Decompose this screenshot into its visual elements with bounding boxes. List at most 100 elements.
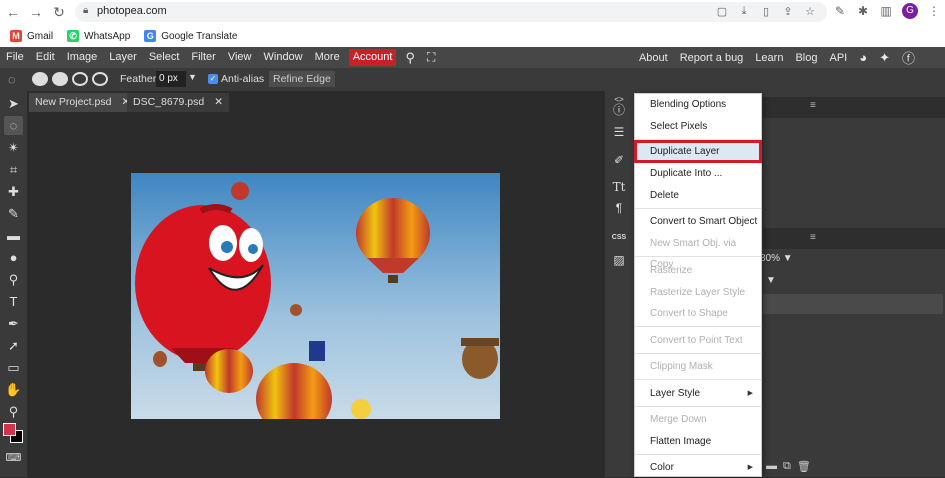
properties-icon[interactable]: ☰ (610, 123, 628, 141)
menu-item-duplicate-into[interactable]: Duplicate Into ... (635, 163, 761, 184)
submenu-arrow-icon: ▶ (747, 464, 753, 471)
menu-item-flatten-image[interactable]: Flatten Image (635, 431, 761, 452)
install-icon[interactable]: ⤓ (737, 5, 751, 18)
reddit-icon[interactable]: ◕ (859, 50, 867, 65)
panel-menu-icon[interactable]: ≡ (810, 232, 816, 243)
tab-dsc-8679[interactable]: DSC_8679.psd ✕ (127, 93, 230, 112)
menu-item-rasterize-layer-style: Rasterize Layer Style (650, 287, 746, 298)
antialias-checkbox[interactable]: ✓ (208, 74, 218, 84)
app-menubar: File Edit Image Layer Select Filter View… (0, 47, 945, 68)
lasso-tool-icon[interactable]: ◌ (4, 116, 23, 135)
menu-item-convert-smart-object[interactable]: Convert to Smart Object (635, 211, 761, 232)
chevron-down-icon[interactable]: ▼ (188, 72, 197, 82)
twitter-icon[interactable]: ✦ (879, 50, 890, 66)
back-icon[interactable]: ← (4, 3, 22, 21)
url-text[interactable]: photopea.com (97, 5, 167, 17)
brush-settings-icon[interactable]: ✐ (610, 151, 628, 169)
pen-icon[interactable]: ✒ (4, 314, 23, 333)
healing-icon[interactable]: ✚ (4, 182, 23, 201)
share-icon[interactable]: ⇪ (781, 5, 795, 18)
menu-layer[interactable]: Layer (103, 47, 143, 68)
brush-icon[interactable]: ✎ (4, 204, 23, 223)
menu-window[interactable]: Window (258, 47, 309, 68)
menu-edit[interactable]: Edit (30, 47, 61, 68)
panel-icon-strip: <> ⓘ ☰ ✐ Tt ¶ CSS ▨ (605, 91, 633, 477)
menu-item-clipping-mask: Clipping Mask (650, 361, 713, 372)
bookmark-star-icon[interactable]: ☆ (803, 5, 817, 18)
shape-icon[interactable]: ▭ (4, 358, 23, 377)
intersect-selection-icon[interactable] (92, 72, 108, 86)
layer-row[interactable] (763, 294, 943, 314)
menu-filter[interactable]: Filter (185, 47, 221, 68)
facebook-icon[interactable]: ⓕ (902, 48, 915, 67)
panel-menu-icon[interactable]: ≡ (810, 100, 816, 111)
character-icon[interactable]: Tt (610, 178, 628, 196)
move-tool-icon[interactable]: ➤ (4, 94, 23, 113)
canvas-image[interactable] (131, 173, 500, 419)
gradient-icon[interactable]: ▬ (4, 226, 23, 245)
info-icon[interactable]: ⓘ (610, 101, 628, 119)
link-about[interactable]: About (639, 52, 668, 64)
new-selection-icon[interactable] (32, 72, 48, 86)
type-icon[interactable]: T (4, 292, 23, 311)
menu-select[interactable]: Select (143, 47, 186, 68)
link-blog[interactable]: Blog (795, 52, 817, 64)
subtract-selection-icon[interactable] (72, 72, 88, 86)
trash-icon[interactable]: 🗑︎ (797, 460, 811, 473)
main-menu: File Edit Image Layer Select Filter View… (0, 47, 441, 68)
menu-item-duplicate-layer[interactable]: Duplicate Layer (634, 140, 762, 163)
extensions-puzzle-icon[interactable]: ✱ (856, 4, 870, 18)
menu-more[interactable]: More (309, 47, 346, 68)
forward-icon[interactable]: → (27, 3, 45, 21)
lasso-tool-icon[interactable]: ◌ (8, 72, 16, 87)
refine-edge-button[interactable]: Refine Edge (269, 71, 335, 87)
account-button[interactable]: Account (348, 49, 397, 66)
feather-input[interactable]: 0 px (156, 71, 186, 87)
browser-menu-icon[interactable]: ⋮ (927, 4, 941, 18)
dodge-icon[interactable]: ⚲ (4, 270, 23, 289)
reload-icon[interactable]: ↻ (50, 3, 68, 21)
menu-item-blending-options[interactable]: Blending Options (635, 94, 761, 115)
tab-new-project[interactable]: New Project.psd ✕ (29, 93, 137, 112)
profile-avatar[interactable]: G (902, 3, 918, 19)
document-icon[interactable]: ▯ (759, 5, 773, 18)
image-icon[interactable]: ▨ (610, 251, 628, 269)
search-icon[interactable]: ⚲ (399, 47, 421, 68)
address-bar[interactable]: 🔒︎ photopea.com ▢ ⤓ ▯ ⇪ ☆ (75, 2, 827, 22)
folder-icon[interactable]: ▬ (766, 460, 777, 473)
chevron-down-icon[interactable]: ▼ (766, 275, 776, 286)
side-panel-icon[interactable]: ▥ (879, 4, 893, 18)
menu-view[interactable]: View (222, 47, 258, 68)
quick-mask-icon[interactable]: ⌨ (4, 449, 23, 468)
menu-item-delete[interactable]: Delete (635, 185, 761, 206)
page-action-icon[interactable]: ▢ (715, 5, 729, 18)
close-icon[interactable]: ✕ (214, 93, 223, 112)
lock-icon[interactable]: 🔒︎ (83, 5, 88, 16)
menu-file[interactable]: File (0, 47, 30, 68)
bookmark-gmail[interactable]: M Gmail (10, 30, 53, 42)
magic-wand-icon[interactable]: ✴ (4, 138, 23, 157)
menu-item-select-pixels[interactable]: Select Pixels (635, 116, 761, 137)
foreground-color-swatch[interactable] (3, 423, 16, 436)
menu-item-color[interactable]: Color ▶ (635, 457, 761, 478)
fullscreen-icon[interactable]: ⛶ (421, 47, 441, 68)
bookmark-whatsapp[interactable]: ✆ WhatsApp (67, 30, 130, 42)
eyedropper-extension-icon[interactable]: ✎ (833, 4, 847, 18)
new-layer-icon[interactable]: ⧉ (783, 460, 791, 473)
zoom-icon[interactable]: ⚲ (4, 402, 23, 421)
path-select-icon[interactable]: ➚ (4, 336, 23, 355)
link-learn[interactable]: Learn (755, 52, 783, 64)
link-report-bug[interactable]: Report a bug (680, 52, 744, 64)
add-selection-icon[interactable] (52, 72, 68, 86)
opacity-field[interactable]: 80% ▼ (760, 253, 793, 264)
link-api[interactable]: API (829, 52, 847, 64)
bookmark-google-translate[interactable]: G Google Translate (144, 30, 237, 42)
hand-icon[interactable]: ✋ (4, 380, 23, 399)
menu-separator (635, 256, 761, 257)
blur-icon[interactable]: ● (4, 248, 23, 267)
menu-image[interactable]: Image (61, 47, 104, 68)
crop-icon[interactable]: ⌗ (4, 160, 23, 179)
menu-item-layer-style[interactable]: Layer Style ▶ (635, 383, 761, 404)
css-icon[interactable]: CSS (610, 229, 628, 247)
paragraph-icon[interactable]: ¶ (610, 199, 628, 217)
